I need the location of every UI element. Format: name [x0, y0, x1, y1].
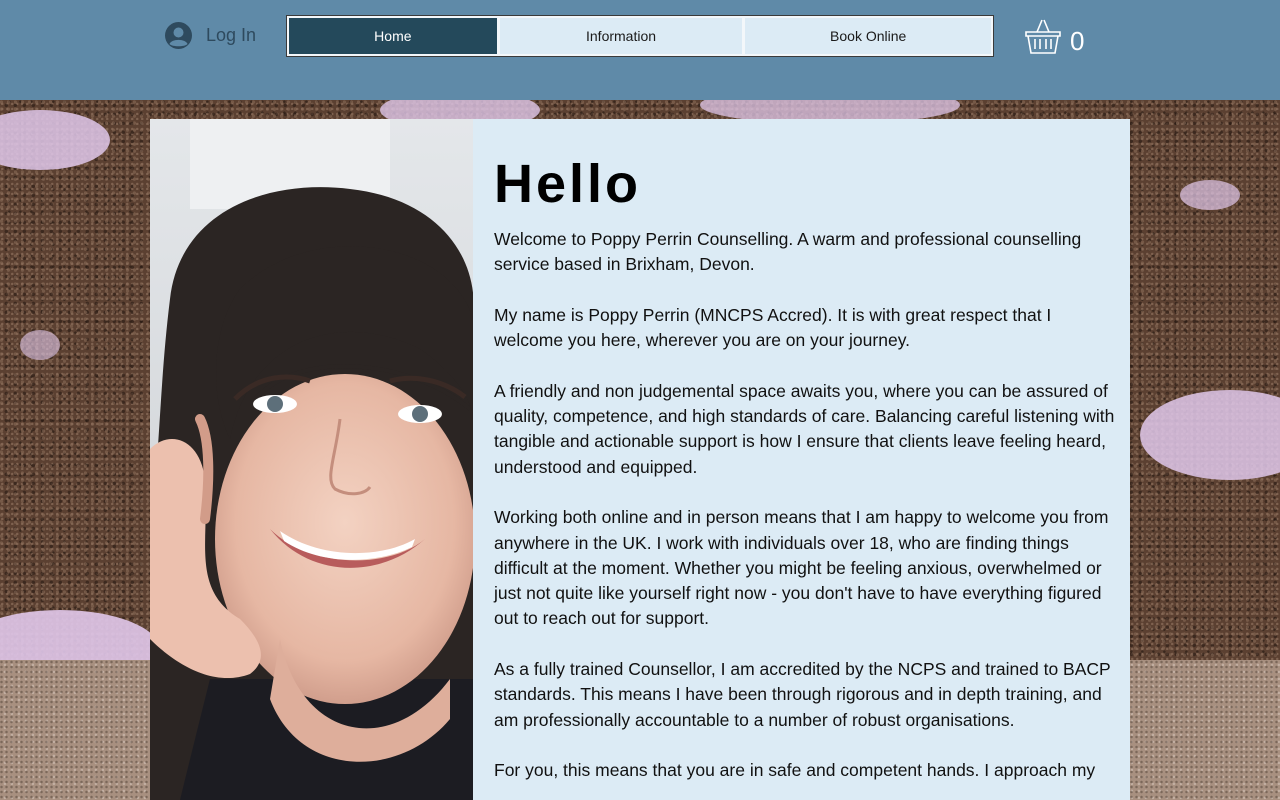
- main-nav: Home Information Book Online: [286, 15, 994, 57]
- nav-item-home[interactable]: Home: [289, 18, 497, 54]
- welcome-text: Hello Welcome to Poppy Perrin Counsellin…: [494, 151, 1119, 800]
- foam-patch: [1140, 390, 1280, 480]
- foam-patch: [0, 110, 110, 170]
- login-label: Log In: [206, 24, 257, 45]
- about-paragraph: My name is Poppy Perrin (MNCPS Accred). …: [494, 304, 1052, 351]
- login-button[interactable]: Log In: [165, 20, 256, 50]
- foam-patch: [20, 330, 60, 360]
- page-title: Hello: [494, 154, 642, 214]
- approach-paragraph: A friendly and non judgemental space awa…: [494, 380, 1115, 477]
- user-avatar-icon: [165, 21, 192, 49]
- intro-paragraph: Welcome to Poppy Perrin Counselling. A w…: [494, 229, 1082, 275]
- closing-paragraph: For you, this means that you are in safe…: [494, 760, 1096, 781]
- nav-item-book-online[interactable]: Book Online: [745, 18, 991, 54]
- site-header: Log In Home Information Book Online 0: [0, 0, 1280, 100]
- counsellor-photo: [150, 119, 473, 800]
- accreditation-paragraph: As a fully trained Counsellor, I am accr…: [494, 659, 1111, 730]
- content-panel: Hello Welcome to Poppy Perrin Counsellin…: [150, 119, 1130, 800]
- cart-button[interactable]: 0: [1024, 15, 1084, 59]
- foam-patch: [1180, 180, 1240, 210]
- cart-count: 0: [1070, 25, 1085, 56]
- nav-item-information[interactable]: Information: [499, 18, 743, 54]
- services-paragraph: Working both online and in person means …: [494, 507, 1109, 629]
- shopping-basket-icon: [1025, 19, 1061, 54]
